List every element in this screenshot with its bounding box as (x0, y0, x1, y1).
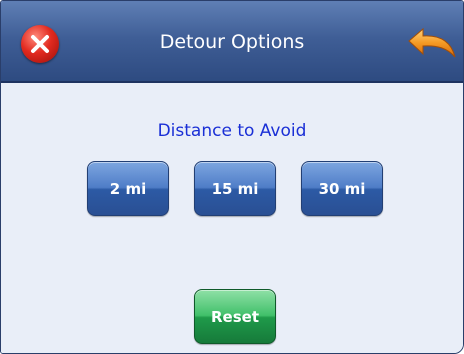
distance-heading: Distance to Avoid (157, 121, 307, 141)
page-title: Detour Options (159, 31, 305, 53)
title-bar: Detour Options (1, 1, 463, 83)
distance-30mi-button[interactable]: 30 mi (301, 161, 383, 216)
reset-button[interactable]: Reset (194, 289, 276, 344)
content-area: Distance to Avoid 2 mi 15 mi 30 mi Reset (1, 85, 463, 353)
distance-15mi-button[interactable]: 15 mi (194, 161, 276, 216)
screen: Detour Options Distance to Avoid 2 mi 15… (0, 0, 464, 354)
back-arrow-icon (408, 27, 456, 58)
distance-2mi-button[interactable]: 2 mi (87, 161, 169, 216)
back-button[interactable] (405, 27, 459, 63)
